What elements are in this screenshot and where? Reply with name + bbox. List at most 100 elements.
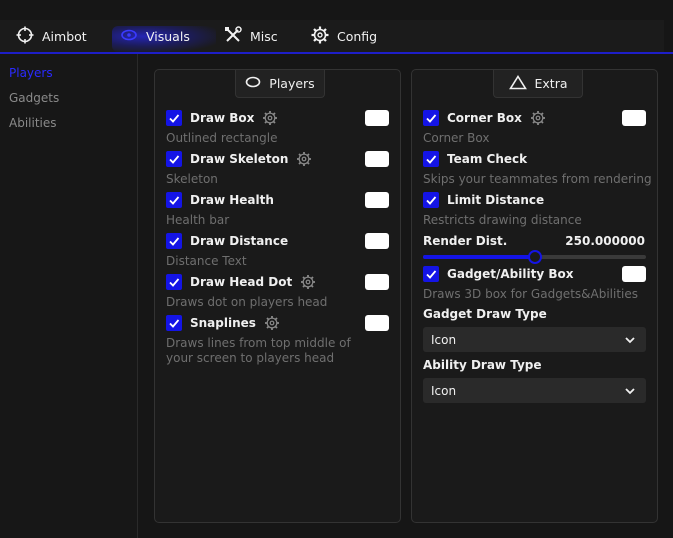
players-panel-header: Players bbox=[235, 70, 325, 98]
check-icon bbox=[426, 114, 437, 123]
settings-gear-icon[interactable] bbox=[264, 315, 280, 331]
extra-panel-header: Extra bbox=[493, 70, 583, 98]
chevron-down-icon bbox=[625, 336, 635, 343]
check-icon bbox=[169, 114, 180, 123]
option-draw-head-dot: Draw Head Dot bbox=[166, 274, 316, 290]
option-draw-skeleton: Draw Skeleton bbox=[166, 151, 312, 167]
settings-gear-icon[interactable] bbox=[262, 110, 278, 126]
draw-head-dot-checkbox[interactable] bbox=[166, 274, 182, 290]
chevron-down-icon bbox=[625, 387, 635, 394]
option-label: Draw Health bbox=[190, 193, 274, 207]
check-icon bbox=[169, 196, 180, 205]
tools-icon bbox=[224, 25, 242, 47]
gadget-ability-box-color-swatch[interactable] bbox=[622, 266, 646, 282]
select-value: Icon bbox=[431, 383, 457, 398]
eye-icon bbox=[245, 76, 261, 91]
option-description: Skeleton bbox=[166, 172, 218, 186]
option-description-line-2: your screen to players head bbox=[166, 351, 335, 365]
crosshair-icon bbox=[16, 26, 34, 47]
team-check-checkbox[interactable] bbox=[423, 151, 439, 167]
option-label: Draw Skeleton bbox=[190, 152, 289, 166]
draw-skeleton-checkbox[interactable] bbox=[166, 151, 182, 167]
option-draw-box: Draw Box bbox=[166, 110, 278, 126]
tab-label: Config bbox=[337, 28, 378, 44]
settings-gear-icon[interactable] bbox=[300, 274, 316, 290]
gadget-ability-box-checkbox[interactable] bbox=[423, 266, 439, 282]
option-label: Draw Distance bbox=[190, 234, 289, 248]
option-description: Outlined rectangle bbox=[166, 131, 278, 145]
draw-box-color-swatch[interactable] bbox=[365, 110, 389, 126]
check-icon bbox=[169, 278, 180, 287]
option-label: Draw Box bbox=[190, 111, 255, 125]
option-label: Corner Box bbox=[447, 111, 522, 125]
check-icon bbox=[426, 270, 437, 279]
draw-box-checkbox[interactable] bbox=[166, 110, 182, 126]
tab-label: Visuals bbox=[146, 28, 190, 44]
ability-draw-type-select[interactable]: Icon bbox=[423, 378, 646, 403]
option-description: Draws 3D box for Gadgets&Abilities bbox=[423, 287, 639, 301]
gear-icon bbox=[311, 26, 329, 47]
option-draw-health: Draw Health bbox=[166, 192, 274, 208]
draw-distance-checkbox[interactable] bbox=[166, 233, 182, 249]
settings-gear-icon[interactable] bbox=[296, 151, 312, 167]
gadget-draw-type-select[interactable]: Icon bbox=[423, 327, 646, 352]
option-description: Draws dot on players head bbox=[166, 295, 328, 309]
corner-box-checkbox[interactable] bbox=[423, 110, 439, 126]
option-label: Gadget/Ability Box bbox=[447, 267, 574, 281]
tab-visuals[interactable]: Visuals bbox=[120, 20, 190, 52]
option-description: Distance Text bbox=[166, 254, 247, 268]
top-tab-bar: Aimbot Visuals Misc Config bbox=[0, 0, 673, 54]
option-label: Team Check bbox=[447, 152, 528, 166]
option-description: Health bar bbox=[166, 213, 230, 227]
render-dist-value: 250.000000 bbox=[565, 234, 645, 248]
check-icon bbox=[426, 155, 437, 164]
tab-label: Misc bbox=[250, 28, 278, 44]
option-corner-box: Corner Box bbox=[423, 110, 546, 126]
ability-draw-type-label: Ability Draw Type bbox=[423, 358, 542, 372]
draw-health-color-swatch[interactable] bbox=[365, 192, 389, 208]
tab-aimbot[interactable]: Aimbot bbox=[16, 20, 87, 52]
option-snaplines: Snaplines bbox=[166, 315, 280, 331]
slider-fill bbox=[423, 255, 535, 259]
limit-distance-checkbox[interactable] bbox=[423, 192, 439, 208]
draw-health-checkbox[interactable] bbox=[166, 192, 182, 208]
option-description: Restricts drawing distance bbox=[423, 213, 582, 227]
draw-skeleton-color-swatch[interactable] bbox=[365, 151, 389, 167]
render-dist-slider[interactable] bbox=[423, 250, 646, 264]
draw-head-dot-color-swatch[interactable] bbox=[365, 274, 389, 290]
sidebar-item-abilities[interactable]: Abilities bbox=[9, 116, 57, 130]
triangle-icon bbox=[508, 74, 527, 93]
sidebar-item-players[interactable]: Players bbox=[9, 66, 53, 80]
option-gadget-ability-box: Gadget/Ability Box bbox=[423, 266, 573, 282]
option-draw-distance: Draw Distance bbox=[166, 233, 288, 249]
tab-label: Aimbot bbox=[42, 28, 87, 44]
panel-title: Extra bbox=[534, 76, 568, 91]
option-label: Snaplines bbox=[190, 316, 256, 330]
snaplines-checkbox[interactable] bbox=[166, 315, 182, 331]
check-icon bbox=[426, 196, 437, 205]
option-description-line-1: Draws lines from top middle of bbox=[166, 336, 351, 350]
check-icon bbox=[169, 319, 180, 328]
snaplines-color-swatch[interactable] bbox=[365, 315, 389, 331]
draw-distance-color-swatch[interactable] bbox=[365, 233, 389, 249]
option-team-check: Team Check bbox=[423, 151, 527, 167]
panel-title: Players bbox=[269, 76, 315, 91]
tab-misc[interactable]: Misc bbox=[224, 20, 278, 52]
option-label: Limit Distance bbox=[447, 193, 545, 207]
sidebar-item-gadgets[interactable]: Gadgets bbox=[9, 91, 59, 105]
check-icon bbox=[169, 155, 180, 164]
gadget-draw-type-label: Gadget Draw Type bbox=[423, 307, 547, 321]
option-limit-distance: Limit Distance bbox=[423, 192, 544, 208]
sidebar: Players Gadgets Abilities bbox=[0, 54, 138, 538]
select-value: Icon bbox=[431, 332, 457, 347]
settings-gear-icon[interactable] bbox=[530, 110, 546, 126]
corner-box-color-swatch[interactable] bbox=[622, 110, 646, 126]
option-description: Skips your teammates from rendering bbox=[423, 172, 652, 186]
slider-handle[interactable] bbox=[528, 250, 542, 264]
eye-icon bbox=[120, 26, 138, 47]
option-label: Draw Head Dot bbox=[190, 275, 293, 289]
render-dist-label: Render Dist. bbox=[423, 234, 508, 248]
option-description: Corner Box bbox=[423, 131, 490, 145]
tab-config[interactable]: Config bbox=[311, 20, 377, 52]
check-icon bbox=[169, 237, 180, 246]
